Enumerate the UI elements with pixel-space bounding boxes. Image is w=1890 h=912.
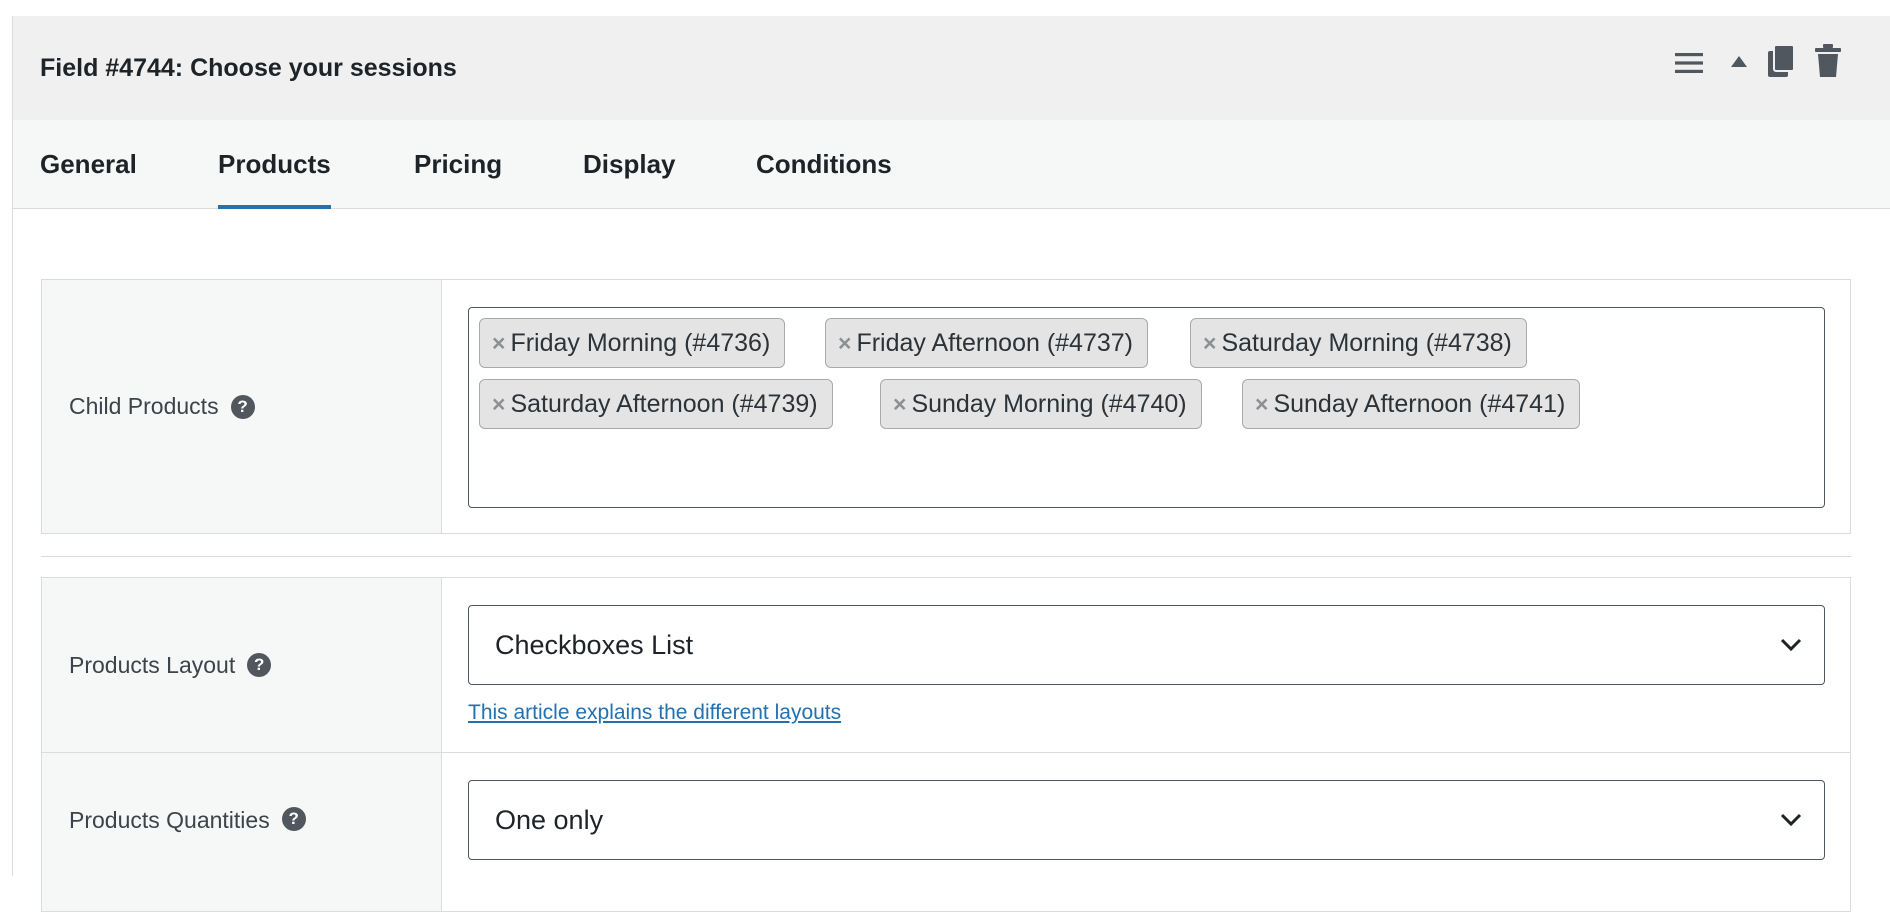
products-layout-select[interactable]: Checkboxes List [468, 605, 1825, 685]
field-panel: Field #4744: Choose your sessions Genera… [12, 16, 1890, 912]
tab-products[interactable]: Products [218, 120, 331, 209]
help-icon[interactable]: ? [281, 807, 306, 831]
collapse-arrow-icon[interactable] [1729, 52, 1749, 72]
trash-icon[interactable] [1813, 43, 1843, 79]
products-quantities-value: One only [495, 804, 604, 835]
remove-chip-icon[interactable]: × [1203, 330, 1216, 357]
chip-label: Sunday Afternoon (#4741) [1273, 389, 1566, 418]
help-icon[interactable]: ? [247, 653, 272, 677]
chip-label: Saturday Morning (#4738) [1221, 328, 1512, 357]
tab-conditions[interactable]: Conditions [756, 120, 892, 209]
remove-chip-icon[interactable]: × [492, 391, 505, 418]
remove-chip-icon[interactable]: × [1255, 391, 1268, 418]
chip-label: Sunday Morning (#4740) [911, 389, 1187, 418]
menu-icon[interactable] [1673, 49, 1705, 77]
field-tabs: General Products Pricing Display Conditi… [13, 120, 1890, 209]
products-quantities-label: Products Quantities [69, 807, 270, 833]
remove-chip-icon[interactable]: × [838, 330, 851, 357]
tab-display[interactable]: Display [583, 120, 676, 209]
products-quantities-select[interactable]: One only [468, 780, 1825, 860]
products-layout-label-cell: Products Layout ? [42, 578, 442, 752]
remove-chip-icon[interactable]: × [492, 330, 505, 357]
products-layout-label: Products Layout [69, 651, 236, 678]
product-chip: × Saturday Morning (#4738) [1190, 318, 1527, 368]
chip-label: Friday Afternoon (#4737) [856, 328, 1133, 357]
child-products-label-cell: Child Products ? [42, 280, 442, 533]
chevron-down-icon [1780, 813, 1802, 827]
child-products-multiselect[interactable]: × Friday Morning (#4736) × Friday Aftern… [468, 307, 1825, 508]
row-divider [41, 556, 1851, 557]
tab-general[interactable]: General [40, 120, 137, 209]
tab-general-label: General [40, 149, 137, 179]
products-tab-content: Child Products ? × Friday Morning (#4736… [13, 209, 1890, 912]
layouts-help-link[interactable]: This article explains the different layo… [468, 701, 841, 725]
panel-title: Field #4744: Choose your sessions [40, 53, 457, 82]
products-quantities-row: Products Quantities ? One only [41, 752, 1851, 912]
tab-conditions-label: Conditions [756, 149, 892, 179]
child-products-row: Child Products ? × Friday Morning (#4736… [41, 279, 1851, 534]
products-quantities-label-cell: Products Quantities ? [42, 753, 442, 911]
product-chip: × Saturday Afternoon (#4739) [479, 379, 833, 429]
tab-pricing[interactable]: Pricing [414, 120, 502, 209]
help-icon[interactable]: ? [230, 394, 255, 419]
panel-header: Field #4744: Choose your sessions [13, 16, 1890, 120]
tab-pricing-label: Pricing [414, 149, 503, 179]
duplicate-icon[interactable] [1766, 43, 1796, 79]
remove-chip-icon[interactable]: × [893, 391, 906, 418]
product-chip: × Friday Morning (#4736) [479, 318, 786, 368]
chip-label: Friday Morning (#4736) [510, 328, 771, 357]
chevron-down-icon [1780, 638, 1802, 652]
chip-label: Saturday Afternoon (#4739) [510, 389, 818, 418]
tab-display-label: Display [583, 149, 676, 179]
products-layout-row: Products Layout ? Checkboxes List This a… [41, 577, 1851, 753]
product-chip: × Sunday Afternoon (#4741) [1242, 379, 1581, 429]
child-products-label: Child Products [69, 393, 219, 419]
product-chip: × Sunday Morning (#4740) [880, 379, 1202, 429]
tab-products-label: Products [218, 149, 331, 179]
products-layout-value: Checkboxes List [495, 629, 694, 660]
product-chip: × Friday Afternoon (#4737) [825, 318, 1148, 368]
